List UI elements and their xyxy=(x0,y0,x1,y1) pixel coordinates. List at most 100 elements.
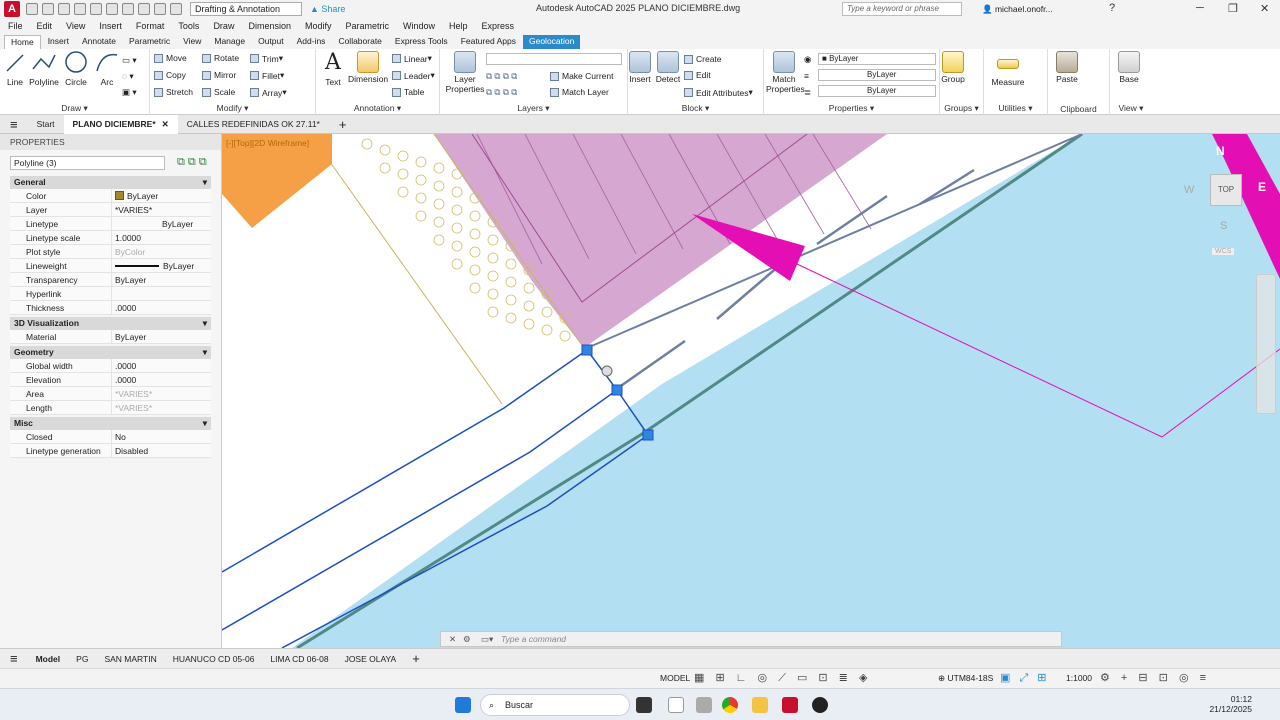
linetype-dropdown[interactable]: ByLayer xyxy=(818,85,936,97)
viewcube-top[interactable]: TOP xyxy=(1210,174,1242,206)
prop-value[interactable]: Disabled xyxy=(112,444,211,457)
file-explorer-icon[interactable] xyxy=(752,697,768,713)
command-input[interactable]: Type a command xyxy=(501,634,566,644)
properties-ribbon-title[interactable]: Properties ▾ xyxy=(764,103,939,114)
quick-select-icon[interactable]: ⧉ ⧉ ⧉ xyxy=(177,156,207,169)
hamburger-menu-icon[interactable]: ≡ xyxy=(0,117,28,132)
match-properties-button[interactable]: Match Properties xyxy=(766,49,805,94)
color-dropdown[interactable]: ■ ByLayer xyxy=(818,53,936,65)
doc-tab-calles[interactable]: CALLES REDEFINIDAS OK 27.11* xyxy=(178,115,329,134)
menu-item-parametric[interactable]: Parametric xyxy=(346,21,390,31)
menu-item-dimension[interactable]: Dimension xyxy=(248,21,291,31)
drawing-svg[interactable] xyxy=(222,134,1280,648)
menu-item-format[interactable]: Format xyxy=(136,21,165,31)
minimize-icon[interactable]: ─ xyxy=(1196,2,1204,14)
close-tab-icon[interactable]: ✕ xyxy=(162,119,169,130)
lineweight-dropdown[interactable]: ByLayer xyxy=(818,69,936,81)
ribbon-tab-express-tools[interactable]: Express Tools xyxy=(389,35,454,49)
prop-row-transparency[interactable]: Transparency ByLayer xyxy=(10,273,211,287)
prop-section-3d-visualization[interactable]: 3D Visualization ▾ xyxy=(10,317,211,330)
trim-button[interactable]: Trim ▾ xyxy=(250,53,283,64)
prop-value[interactable]: ByLayer xyxy=(112,330,211,343)
share-button[interactable]: ▲ Share xyxy=(310,4,345,14)
redraw-icon[interactable] xyxy=(170,3,182,15)
detect-button[interactable]: Detect xyxy=(654,49,682,84)
ribbon-tab-add-ins[interactable]: Add-ins xyxy=(291,35,332,49)
layout-tab-huanuco-cd-05-06[interactable]: HUANUCO CD 05-06 xyxy=(165,654,263,664)
menu-item-tools[interactable]: Tools xyxy=(178,21,199,31)
command-settings-icon[interactable]: ⚙ xyxy=(463,632,471,646)
fillet-button[interactable]: Fillet ▾ xyxy=(250,70,284,81)
prop-value[interactable]: ByLayer xyxy=(112,189,211,202)
modify-panel-title[interactable]: Modify ▾ xyxy=(150,103,315,114)
redo-icon[interactable] xyxy=(138,3,150,15)
edit-attributes-button[interactable]: Edit Attributes ▾ xyxy=(684,87,753,98)
ribbon-tab-collaborate[interactable]: Collaborate xyxy=(332,35,387,49)
prop-row-lineweight[interactable]: Lineweight ByLayer xyxy=(10,259,211,273)
layers-panel-title[interactable]: Layers ▾ xyxy=(440,103,627,114)
ribbon-tab-parametric[interactable]: Parametric xyxy=(123,35,176,49)
mirror-button[interactable]: Mirror xyxy=(202,70,236,80)
insert-button[interactable]: Insert xyxy=(628,49,652,84)
prop-value[interactable]: .0000 xyxy=(112,301,211,314)
groups-panel-title[interactable]: Groups ▾ xyxy=(940,103,983,114)
rotate-button[interactable]: Rotate xyxy=(202,53,239,63)
prop-row-closed[interactable]: Closed No xyxy=(10,430,211,444)
prop-row-length[interactable]: Length *VARIES* xyxy=(10,401,211,415)
help-icon[interactable]: ? xyxy=(1109,2,1115,14)
new-layout-icon[interactable]: + xyxy=(404,651,428,666)
close-icon[interactable]: ✕ xyxy=(1260,2,1269,15)
menu-item-edit[interactable]: Edit xyxy=(37,21,53,31)
prop-row-color[interactable]: Color ByLayer xyxy=(10,189,211,203)
utilities-panel-title[interactable]: Utilities ▾ xyxy=(984,103,1047,114)
rectangle-icon[interactable]: ▭ ▾ xyxy=(122,55,137,66)
task-view-icon[interactable] xyxy=(636,697,652,713)
text-button[interactable]: A Text xyxy=(320,49,346,87)
layer-dropdown[interactable] xyxy=(486,53,622,65)
copy-button[interactable]: Copy xyxy=(154,70,186,80)
layer-state-icons[interactable]: ⧉ ⧉ ⧉ ⧉ xyxy=(486,87,517,98)
draw-panel-title[interactable]: Draw ▾ xyxy=(0,103,149,114)
measure-button[interactable]: Measure xyxy=(988,49,1028,87)
prop-section-misc[interactable]: Misc ▾ xyxy=(10,417,211,430)
prop-value[interactable]: No xyxy=(112,430,211,443)
prop-row-thickness[interactable]: Thickness .0000 xyxy=(10,301,211,315)
new-tab-icon[interactable]: + xyxy=(329,117,357,132)
prop-row-area[interactable]: Area *VARIES* xyxy=(10,387,211,401)
arc-button[interactable]: Arc xyxy=(94,49,120,87)
layout-tab-san-martin[interactable]: SAN MARTIN xyxy=(96,654,164,664)
prop-value[interactable]: ByLayer xyxy=(112,217,211,230)
ribbon-tab-featured-apps[interactable]: Featured Apps xyxy=(455,35,522,49)
stretch-button[interactable]: Stretch xyxy=(154,87,193,97)
start-icon[interactable] xyxy=(455,697,471,713)
leader-button[interactable]: Leader ▾ xyxy=(392,70,435,81)
edit-block-button[interactable]: Edit xyxy=(684,70,711,80)
prop-value[interactable]: .0000 xyxy=(112,373,211,386)
hatch-icon[interactable]: ◌ ▾ xyxy=(122,71,134,82)
doc-tab-active[interactable]: PLANO DICIEMBRE* ✕ xyxy=(63,114,178,134)
taskbar-search[interactable]: ⌕ Buscar xyxy=(480,694,630,716)
menu-item-view[interactable]: View xyxy=(66,21,85,31)
prop-row-layer[interactable]: Layer *VARIES* xyxy=(10,203,211,217)
doc-tab-start[interactable]: Start xyxy=(28,115,64,134)
wcs-menu[interactable]: WCS xyxy=(1212,248,1235,255)
autocad-taskbar-icon[interactable] xyxy=(782,697,798,713)
prop-value[interactable]: *VARIES* xyxy=(112,401,211,414)
cloud-open-icon[interactable] xyxy=(74,3,86,15)
prop-value[interactable]: ByColor xyxy=(112,245,211,258)
clock[interactable]: 01:12 21/12/2025 xyxy=(1208,694,1252,714)
maximize-icon[interactable]: ❐ xyxy=(1228,2,1238,15)
dimension-button[interactable]: Dimension xyxy=(348,49,388,84)
workspace-select[interactable]: Drafting & Annotation xyxy=(190,2,302,16)
table-button[interactable]: Table xyxy=(392,87,424,97)
block-panel-title[interactable]: Block ▾ xyxy=(628,103,763,114)
polyline-button[interactable]: Polyline xyxy=(28,49,60,87)
ribbon-tab-view[interactable]: View xyxy=(177,35,207,49)
ribbon-tab-home[interactable]: Home xyxy=(4,35,41,49)
save-icon[interactable] xyxy=(42,3,54,15)
layout-tab-jose-olaya[interactable]: JOSE OLAYA xyxy=(337,654,405,664)
chrome-icon[interactable] xyxy=(722,697,738,713)
ribbon-tab-output[interactable]: Output xyxy=(252,35,290,49)
prop-value[interactable]: .0000 xyxy=(112,359,211,372)
paste-button[interactable]: Paste xyxy=(1052,49,1082,84)
